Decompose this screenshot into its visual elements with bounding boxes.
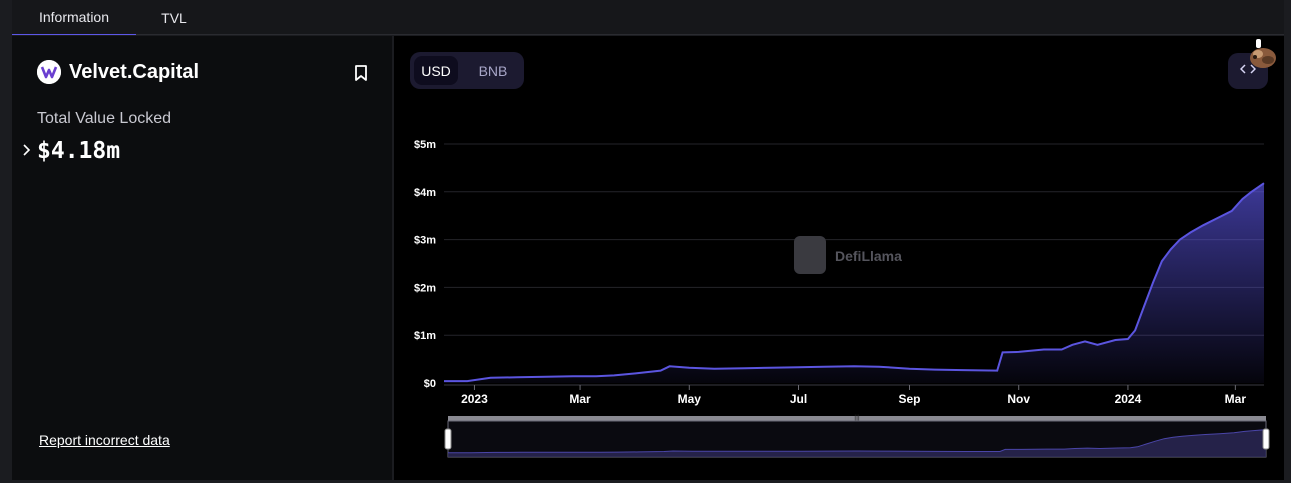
protocol-name: Velvet.Capital <box>69 60 200 83</box>
tvl-value: $4.18m <box>37 138 121 164</box>
x-tick-label: Jul <box>790 392 807 406</box>
brush-handle-right[interactable] <box>1262 428 1270 450</box>
x-tick-label: 2024 <box>1115 392 1142 406</box>
watermark-text: DefiLlama <box>835 248 902 264</box>
y-tick-label: $2m <box>414 282 436 294</box>
tab-bar: Information TVL <box>12 0 1284 35</box>
x-tick-label: Mar <box>1225 392 1247 406</box>
report-incorrect-data-link[interactable]: Report incorrect data <box>39 432 170 448</box>
x-tick-label: 2023 <box>461 392 488 406</box>
app-frame: Information TVL Velvet.Capital Total Val… <box>0 0 1291 483</box>
brush-handle-left[interactable] <box>444 428 452 450</box>
x-tick-label: Nov <box>1007 392 1030 406</box>
bookmark-icon[interactable] <box>352 64 370 82</box>
tvl-label: Total Value Locked <box>37 110 172 127</box>
y-tick-label: $3m <box>414 235 436 247</box>
chart-panel: USD BNB $0 $1m $2m $3m $4m $5m 2023 Mar May Jul Se… <box>394 36 1284 480</box>
x-tick-label: Sep <box>898 392 920 406</box>
defillama-logo-icon <box>794 236 826 274</box>
y-tick-label: $5m <box>414 139 436 151</box>
protocol-info-panel: Velvet.Capital Total Value Locked $4.18m… <box>12 36 392 480</box>
tab-tvl[interactable]: TVL <box>136 0 212 35</box>
y-tick-label: $4m <box>414 187 436 199</box>
tvl-area <box>444 183 1264 383</box>
tvl-chart[interactable]: $0 $1m $2m $3m $4m $5m 2023 Mar May Jul Sep Nov 2024… <box>394 36 1284 480</box>
y-tick-label: $0 <box>424 378 436 390</box>
x-tick-label: Mar <box>569 392 591 406</box>
protocol-header: Velvet.Capital <box>37 60 199 84</box>
x-tick-label: May <box>678 392 702 406</box>
chevron-right-icon[interactable] <box>21 142 33 158</box>
tab-information[interactable]: Information <box>12 0 136 35</box>
y-tick-label: $1m <box>414 330 436 342</box>
velvet-logo-icon <box>37 60 61 84</box>
